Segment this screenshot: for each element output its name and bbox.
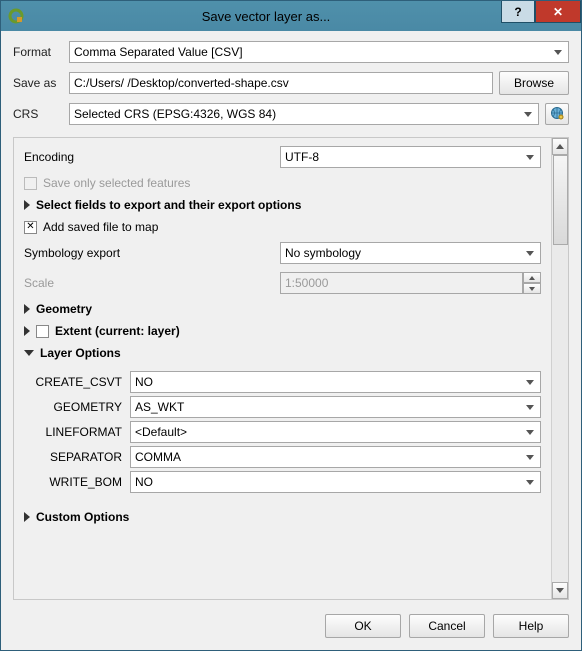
write-bom-select[interactable]: NO xyxy=(130,471,541,493)
scroll-up-button[interactable] xyxy=(552,138,568,155)
scroll-down-button[interactable] xyxy=(552,582,568,599)
scale-up-button xyxy=(523,272,541,283)
options-panel: Encoding UTF-8 Save only selected featur… xyxy=(13,137,569,600)
scroll-thumb[interactable] xyxy=(553,155,568,245)
select-fields-section[interactable]: Select fields to export and their export… xyxy=(24,198,541,212)
custom-options-section[interactable]: Custom Options xyxy=(24,510,541,524)
dialog-window: Save vector layer as... ? ✕ Format Comma… xyxy=(0,0,582,651)
browse-button[interactable]: Browse xyxy=(499,71,569,95)
geometry-opt-select[interactable]: AS_WKT xyxy=(130,396,541,418)
encoding-label: Encoding xyxy=(24,150,274,164)
format-select[interactable]: Comma Separated Value [CSV] xyxy=(69,41,569,63)
crs-select[interactable]: Selected CRS (EPSG:4326, WGS 84) xyxy=(69,103,539,125)
extent-checkbox[interactable] xyxy=(36,325,49,338)
chevron-down-icon xyxy=(24,350,34,356)
geometry-section[interactable]: Geometry xyxy=(24,302,541,316)
crs-picker-button[interactable] xyxy=(545,103,569,125)
saveas-label: Save as xyxy=(13,76,63,90)
globe-icon xyxy=(550,106,564,123)
symbology-label: Symbology export xyxy=(24,246,274,260)
scale-input: 1:50000 xyxy=(280,272,523,294)
chevron-right-icon xyxy=(24,200,30,210)
scale-label: Scale xyxy=(24,276,274,290)
chevron-right-icon xyxy=(24,304,30,314)
saveas-input[interactable]: C:/Users/ /Desktop/converted-shape.csv xyxy=(69,72,493,94)
separator-label: SEPARATOR xyxy=(30,450,126,464)
chevron-right-icon xyxy=(24,512,30,522)
help-button[interactable]: Help xyxy=(493,614,569,638)
scrollbar[interactable] xyxy=(551,138,568,599)
add-to-map-label: Add saved file to map xyxy=(43,220,158,234)
window-title: Save vector layer as... xyxy=(31,9,501,24)
create-csvt-select[interactable]: NO xyxy=(130,371,541,393)
extent-section[interactable]: Extent (current: layer) xyxy=(24,324,541,338)
close-titlebar-button[interactable]: ✕ xyxy=(535,1,581,23)
add-to-map-checkbox[interactable] xyxy=(24,221,37,234)
format-label: Format xyxy=(13,45,63,59)
qgis-app-icon xyxy=(7,7,25,25)
ok-button[interactable]: OK xyxy=(325,614,401,638)
separator-select[interactable]: COMMA xyxy=(130,446,541,468)
geometry-opt-label: GEOMETRY xyxy=(30,400,126,414)
cancel-button[interactable]: Cancel xyxy=(409,614,485,638)
lineformat-label: LINEFORMAT xyxy=(30,425,126,439)
dialog-footer: OK Cancel Help xyxy=(1,606,581,650)
titlebar: Save vector layer as... ? ✕ xyxy=(1,1,581,31)
write-bom-label: WRITE_BOM xyxy=(30,475,126,489)
crs-label: CRS xyxy=(13,107,63,121)
save-selected-label: Save only selected features xyxy=(43,176,190,190)
chevron-down-icon xyxy=(556,588,564,593)
layer-options-section[interactable]: Layer Options xyxy=(24,346,541,360)
create-csvt-label: CREATE_CSVT xyxy=(30,375,126,389)
chevron-right-icon xyxy=(24,326,30,336)
lineformat-select[interactable]: <Default> xyxy=(130,421,541,443)
save-selected-checkbox xyxy=(24,177,37,190)
encoding-select[interactable]: UTF-8 xyxy=(280,146,541,168)
scale-down-button xyxy=(523,283,541,294)
chevron-up-icon xyxy=(556,144,564,149)
symbology-select[interactable]: No symbology xyxy=(280,242,541,264)
help-titlebar-button[interactable]: ? xyxy=(501,1,535,23)
